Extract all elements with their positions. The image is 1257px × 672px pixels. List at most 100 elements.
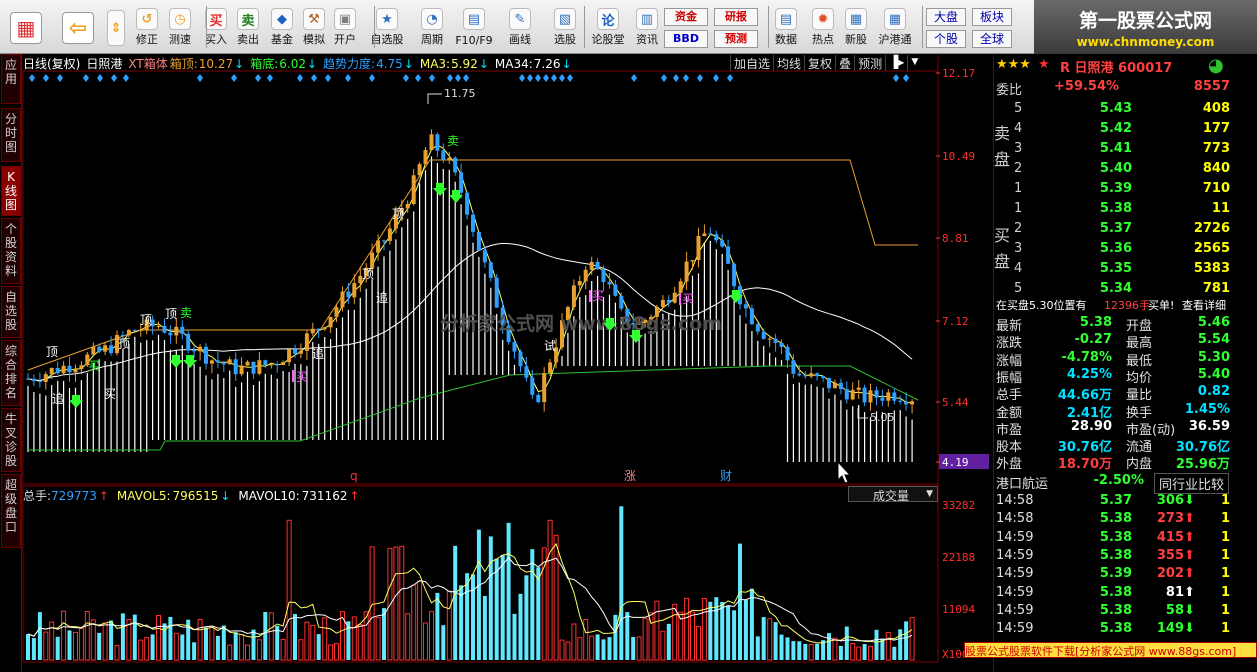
sell-price[interactable]: 5.40 <box>1100 161 1132 176</box>
toolbar-small-button[interactable]: BBD <box>664 30 708 48</box>
weibi-value: +59.54% <box>1054 79 1120 94</box>
candle-body <box>791 360 796 374</box>
toolbar-button-revise[interactable]: ↺ 修正 <box>131 4 163 50</box>
sell-price[interactable]: 5.42 <box>1100 121 1132 136</box>
signal-text-sell: 卖 <box>180 306 192 320</box>
buy-price[interactable]: 5.35 <box>1100 261 1132 276</box>
chart-button[interactable]: 叠 <box>835 55 854 71</box>
pie-chart-icon[interactable]: ◕ <box>1208 55 1224 76</box>
volume-bar <box>275 625 280 660</box>
buy-price[interactable]: 5.38 <box>1100 201 1132 216</box>
toolbar-small-button[interactable]: 资金 <box>664 8 708 26</box>
down-arrow-icon <box>433 183 447 196</box>
toolbar-button-newstock[interactable]: ▦ 新股 <box>840 4 872 50</box>
leftnav-tab-1[interactable]: 分时图 <box>1 108 21 162</box>
chart-button[interactable]: 均线 <box>773 55 804 71</box>
hammer-icon: ⚒ <box>303 8 325 30</box>
rating-stars-icon: ★★★ <box>996 57 1031 72</box>
level-number: 4 <box>1014 261 1023 276</box>
toolbar-button-f10[interactable]: ▤ F10/F9 <box>455 4 493 50</box>
notice-detail-link[interactable]: 查看详细 <box>1182 297 1226 313</box>
market-button[interactable]: 大盘 <box>926 8 966 26</box>
bottom-ad-banner[interactable]: 股票公式股票软件下载[分析家公式网 www.88gs.com] <box>964 642 1257 658</box>
toolbar-button-period[interactable]: ◔ 周期 <box>416 4 448 50</box>
toolbar-button-pen[interactable]: ✎ 画线 <box>504 4 536 50</box>
volume-type-select[interactable]: 成交量 ▼ <box>848 486 938 503</box>
toolbar-button-lock[interactable]: ▣ 开户 <box>329 4 361 50</box>
toolbar-small-button[interactable]: 预测 <box>714 30 758 48</box>
leftnav-label: 综合排名 <box>4 344 17 400</box>
toolbar-button-news[interactable]: ▥ 资讯 <box>631 4 663 50</box>
candle-body <box>435 134 440 151</box>
candle-body <box>281 362 286 365</box>
period-label[interactable]: 日线(复权) <box>23 57 80 71</box>
chart-button[interactable]: 复权 <box>804 55 835 71</box>
sell-price[interactable]: 5.41 <box>1100 141 1132 156</box>
volume-bar <box>138 639 144 661</box>
back-arrow-icon: ⇦ <box>62 12 94 44</box>
chart-button[interactable]: 加自选 <box>730 55 773 71</box>
candle-body <box>536 394 541 403</box>
volume-bar <box>874 629 879 660</box>
toolbar-button-clock[interactable]: ◷ 测速 <box>164 4 196 50</box>
toolbar-button-grid[interactable]: ▦ <box>6 4 46 50</box>
candle-body <box>850 389 855 400</box>
candle-body <box>376 240 381 253</box>
toolbar-button-buy[interactable]: 买买入 <box>200 4 232 50</box>
leftnav-tab-2[interactable]: K线图 <box>1 166 21 216</box>
candle-body <box>298 350 303 354</box>
candle-body <box>910 401 915 405</box>
leftnav-tab-6[interactable]: 牛叉诊股 <box>1 408 21 472</box>
buy-price[interactable]: 5.34 <box>1100 281 1132 296</box>
toolbar-button-hot[interactable]: ✹ 热点 <box>807 4 839 50</box>
dropdown-icon[interactable]: ▼ <box>907 55 921 71</box>
candle-body <box>666 299 671 303</box>
volume-bar <box>589 635 595 661</box>
candle-body <box>631 323 636 325</box>
volume-bar <box>180 634 185 660</box>
volume-bar <box>322 617 328 661</box>
industry-compare-button[interactable]: 同行业比较 <box>1154 473 1230 494</box>
buy-price[interactable]: 5.37 <box>1100 221 1132 236</box>
sell-price[interactable]: 5.39 <box>1100 181 1132 196</box>
toolbar-button-sell[interactable]: 卖卖出 <box>232 4 264 50</box>
toolbar-button-star[interactable]: ★ 自选股 <box>371 4 404 50</box>
stat-value: 30.76亿 <box>1057 440 1112 456</box>
toolbar-button-hammer[interactable]: ⚒ 模拟 <box>298 4 330 50</box>
market-button[interactable]: 个股 <box>926 30 966 48</box>
volume-bar <box>476 529 481 660</box>
vol-total-label: 总手: <box>23 489 52 503</box>
expand-icon[interactable]: ▐▸ <box>885 55 907 71</box>
current-price-box <box>939 454 989 469</box>
leftnav-tab-7[interactable]: 超级盘口 <box>1 474 21 548</box>
stat-label: 股本 <box>996 440 1023 456</box>
sell-price[interactable]: 5.43 <box>1100 101 1132 116</box>
indicator-name[interactable]: XT箱体 <box>128 57 167 71</box>
leftnav-tab-3[interactable]: 个股资料 <box>1 218 21 284</box>
sector-row: 港口航运 -2.50% 同行业比较 <box>994 473 1256 494</box>
toolbar-button-fund[interactable]: ◆ 基金 <box>266 4 298 50</box>
volume-bar <box>892 646 897 660</box>
toolbar-button-select[interactable]: ▧ 选股 <box>549 4 581 50</box>
signal-diamond <box>43 74 49 82</box>
leftnav-tab-5[interactable]: 综合排名 <box>1 340 21 406</box>
leftnav-tab-0[interactable]: 应用 <box>1 54 21 104</box>
candle-body <box>832 382 837 389</box>
notice-volume: 12396手 <box>1104 299 1150 312</box>
buy-price[interactable]: 5.36 <box>1100 241 1132 256</box>
toolbar-button-forum[interactable]: 论论股堂 <box>592 4 625 50</box>
toolbar-small-button[interactable]: 研报 <box>714 8 758 26</box>
chart-button[interactable]: 预测 <box>854 55 885 71</box>
volume-bar <box>678 611 684 661</box>
toolbar-button-data[interactable]: ▤ 数据 <box>770 4 802 50</box>
market-button[interactable]: 全球 <box>972 30 1012 48</box>
toolbar-button-back[interactable]: ⇦ <box>58 4 98 50</box>
toolbar-button-hk[interactable]: ▦ 沪港通 <box>879 4 912 50</box>
toolbar-button-updown[interactable]: ⇕ <box>104 4 128 50</box>
box-top-label: 箱顶: <box>169 57 198 71</box>
sector-name[interactable]: 港口航运 <box>996 473 1048 492</box>
market-button[interactable]: 板块 <box>972 8 1012 26</box>
box-top-value: 10.27 <box>198 57 234 71</box>
leftnav-tab-4[interactable]: 自选股 <box>1 286 21 338</box>
down-arrow-icon: ↓ <box>220 489 231 503</box>
